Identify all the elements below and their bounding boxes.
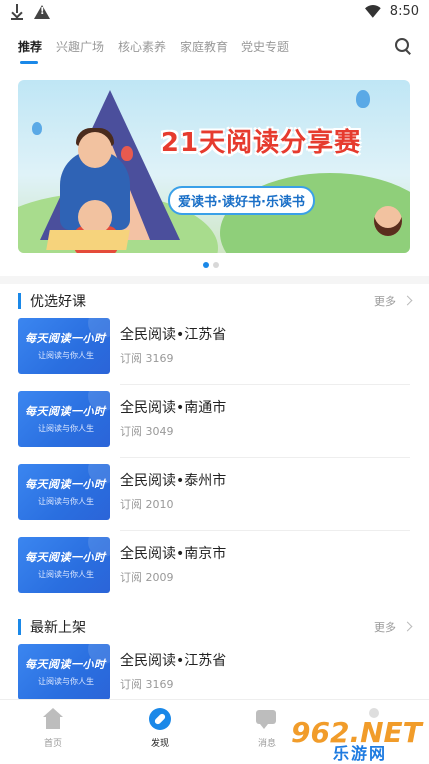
course-name: 全民阅读•泰州市 bbox=[120, 473, 227, 489]
course-name: 全民阅读•江苏省 bbox=[120, 327, 227, 343]
watermark-text: 乐游网 bbox=[333, 744, 388, 763]
compass-icon bbox=[149, 708, 171, 730]
thumbnail-subtitle: 让阅读与你人生 bbox=[38, 424, 94, 433]
list-item[interactable]: 每天阅读一小时 让阅读与你人生 全民阅读•南通市 订阅 3049 bbox=[18, 385, 410, 458]
tab-family-education[interactable]: 家庭教育 bbox=[180, 38, 228, 55]
nav-messages[interactable]: 消息 bbox=[237, 708, 297, 749]
subscription-count: 订阅 3169 bbox=[120, 678, 174, 691]
thumbnail-title: 每天阅读一小时 bbox=[25, 658, 106, 671]
thumbnail-title: 每天阅读一小时 bbox=[25, 332, 106, 345]
thumbnail-subtitle: 让阅读与你人生 bbox=[38, 497, 94, 506]
course-thumbnail: 每天阅读一小时 让阅读与你人生 bbox=[18, 464, 110, 520]
course-thumbnail: 每天阅读一小时 让阅读与你人生 bbox=[18, 537, 110, 593]
balloon-icon bbox=[32, 122, 42, 135]
banner-girl-figure bbox=[374, 206, 402, 236]
thumbnail-subtitle: 让阅读与你人生 bbox=[38, 677, 94, 686]
list-item[interactable]: 每天阅读一小时 让阅读与你人生 全民阅读•泰州市 订阅 2010 bbox=[18, 458, 410, 531]
more-courses-link[interactable]: 更多 bbox=[374, 293, 411, 309]
subscription-count: 订阅 3049 bbox=[120, 425, 174, 438]
status-right: 8:50 bbox=[364, 4, 419, 19]
home-icon bbox=[42, 708, 64, 730]
course-name: 全民阅读•南通市 bbox=[120, 400, 227, 416]
course-thumbnail: 每天阅读一小时 让阅读与你人生 bbox=[18, 644, 110, 700]
active-tab-indicator bbox=[20, 61, 38, 64]
course-name: 全民阅读•南京市 bbox=[120, 546, 227, 562]
category-tabs: 推荐 兴趣广场 核心素养 家庭教育 党史专题 bbox=[0, 30, 429, 64]
status-bar: 8:50 bbox=[0, 0, 429, 26]
thumbnail-title: 每天阅读一小时 bbox=[25, 478, 106, 491]
banner-child-head bbox=[78, 200, 112, 234]
nav-discover[interactable]: 发现 bbox=[130, 708, 190, 749]
wifi-icon bbox=[364, 5, 382, 19]
section-title-courses: 优选好课 bbox=[18, 291, 86, 311]
carousel-dot-active[interactable] bbox=[203, 262, 209, 268]
carousel-dot[interactable] bbox=[213, 262, 219, 268]
more-new-arrivals-link[interactable]: 更多 bbox=[374, 619, 411, 635]
site-watermark: 962.NET 乐游网 bbox=[291, 712, 427, 763]
tab-core-literacy[interactable]: 核心素养 bbox=[118, 38, 166, 55]
banner-subtitle: 爱读书·读好书·乐读书 bbox=[168, 186, 315, 215]
course-name: 全民阅读•江苏省 bbox=[120, 653, 227, 669]
banner-parent-head bbox=[78, 132, 112, 168]
message-icon bbox=[256, 708, 278, 730]
nav-label: 消息 bbox=[257, 739, 276, 749]
thumbnail-subtitle: 让阅读与你人生 bbox=[38, 351, 94, 360]
section-divider bbox=[0, 276, 429, 284]
promo-banner[interactable]: 21天阅读分享赛 爱读书·读好书·乐读书 bbox=[18, 80, 410, 253]
nav-label: 发现 bbox=[150, 739, 169, 749]
list-item[interactable]: 每天阅读一小时 让阅读与你人生 全民阅读•江苏省 订阅 3169 bbox=[18, 312, 410, 385]
carousel-indicator bbox=[203, 262, 219, 268]
subscription-count: 订阅 2009 bbox=[120, 571, 174, 584]
search-icon[interactable] bbox=[395, 38, 411, 54]
list-item[interactable]: 每天阅读一小时 让阅读与你人生 全民阅读•南京市 订阅 2009 bbox=[18, 531, 410, 604]
thumbnail-title: 每天阅读一小时 bbox=[25, 405, 106, 418]
status-left-icons bbox=[10, 4, 50, 20]
tab-recommend[interactable]: 推荐 bbox=[18, 38, 42, 55]
course-thumbnail: 每天阅读一小时 让阅读与你人生 bbox=[18, 318, 110, 374]
status-time: 8:50 bbox=[389, 4, 419, 19]
tab-interest-square[interactable]: 兴趣广场 bbox=[56, 38, 104, 55]
section-title-new-arrivals: 最新上架 bbox=[18, 617, 86, 637]
thumbnail-subtitle: 让阅读与你人生 bbox=[38, 570, 94, 579]
balloon-icon bbox=[356, 90, 370, 108]
subscription-count: 订阅 2010 bbox=[120, 498, 174, 511]
nav-label: 首页 bbox=[43, 739, 62, 749]
tab-party-history[interactable]: 党史专题 bbox=[241, 38, 289, 55]
nav-home[interactable]: 首页 bbox=[23, 708, 83, 749]
banner-book bbox=[46, 230, 130, 250]
download-icon bbox=[10, 4, 24, 20]
subscription-count: 订阅 3169 bbox=[120, 352, 174, 365]
banner-title: 21天阅读分享赛 bbox=[160, 128, 362, 158]
warning-icon bbox=[34, 5, 50, 19]
thumbnail-title: 每天阅读一小时 bbox=[25, 551, 106, 564]
course-thumbnail: 每天阅读一小时 让阅读与你人生 bbox=[18, 391, 110, 447]
